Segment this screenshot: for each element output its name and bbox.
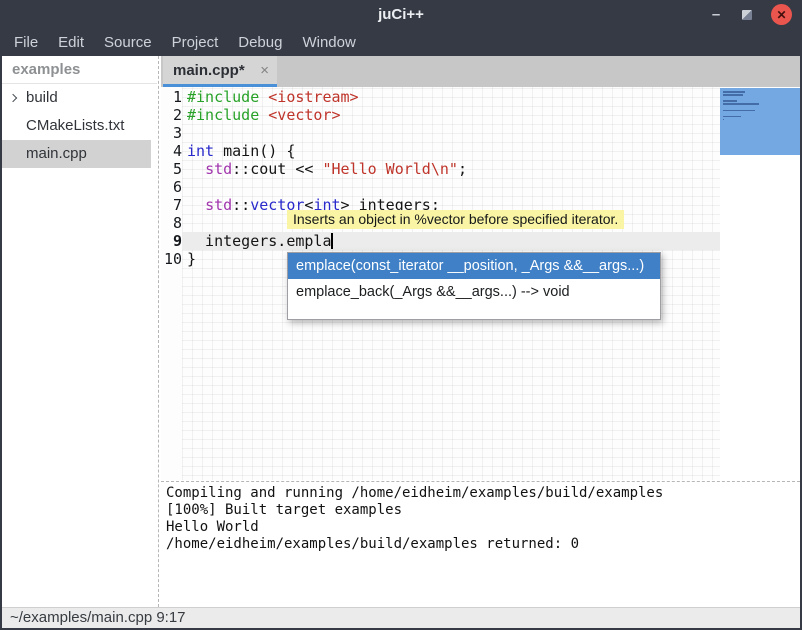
line-number: 9 bbox=[161, 232, 182, 250]
doc-tooltip: Inserts an object in %vector before spec… bbox=[287, 210, 624, 229]
code-token: integers.empla bbox=[187, 232, 332, 250]
line-number: 1 bbox=[161, 88, 182, 106]
code-token: #include bbox=[187, 88, 268, 106]
minimize-icon[interactable]: – bbox=[709, 10, 723, 20]
window-controls: – ✕ bbox=[709, 0, 792, 29]
minimap-line bbox=[723, 103, 759, 105]
tab-main-cpp[interactable]: main.cpp* × bbox=[163, 56, 277, 87]
tree-item-main-cpp[interactable]: main.cpp bbox=[2, 140, 151, 168]
code-token: ::cout << bbox=[232, 160, 322, 178]
horizontal-pane-divider[interactable] bbox=[161, 480, 800, 483]
tree-item-cmakelists-txt[interactable]: CMakeLists.txt bbox=[2, 112, 157, 140]
file-tree: buildCMakeLists.txtmain.cpp bbox=[2, 84, 157, 168]
chevron-right-icon[interactable] bbox=[9, 94, 17, 102]
menu-edit[interactable]: Edit bbox=[48, 29, 94, 56]
code-token: <iostream> bbox=[268, 88, 358, 106]
titlebar[interactable]: juCi++ – ✕ bbox=[0, 0, 802, 29]
code-line: } bbox=[187, 250, 196, 268]
code-token: int bbox=[187, 142, 214, 160]
output-line: /home/eidheim/examples/build/examples re… bbox=[166, 536, 795, 553]
completion-item[interactable]: emplace_back(_Args &&__args...) --> void bbox=[288, 279, 660, 305]
code-token: std bbox=[205, 160, 232, 178]
line-number: 8 bbox=[161, 214, 182, 232]
code-line: integers.empla bbox=[187, 232, 332, 250]
status-bar: ~/examples/main.cpp 9:17 bbox=[2, 607, 800, 628]
code-token bbox=[187, 160, 205, 178]
minimap-line bbox=[723, 116, 741, 118]
output-line: [100%] Built target examples bbox=[166, 502, 795, 519]
status-location: ~/examples/main.cpp 9:17 bbox=[10, 609, 186, 626]
output-line: Hello World bbox=[166, 519, 795, 536]
line-number: 10 bbox=[161, 250, 182, 268]
line-number: 7 bbox=[161, 196, 182, 214]
app-window: juCi++ – ✕ FileEditSourceProjectDebugWin… bbox=[0, 0, 802, 630]
tree-item-label: build bbox=[26, 84, 58, 112]
code-line: #include <iostream> bbox=[187, 88, 359, 106]
code-token: <vector> bbox=[268, 106, 340, 124]
code-token bbox=[187, 196, 205, 214]
code-token: :: bbox=[232, 196, 250, 214]
menubar: FileEditSourceProjectDebugWindow bbox=[0, 29, 802, 56]
menu-window[interactable]: Window bbox=[292, 29, 365, 56]
code-token: #include bbox=[187, 106, 268, 124]
completion-item[interactable]: emplace(const_iterator __position, _Args… bbox=[288, 253, 660, 279]
minimap-line bbox=[723, 91, 745, 93]
menu-debug[interactable]: Debug bbox=[228, 29, 292, 56]
menu-file[interactable]: File bbox=[4, 29, 48, 56]
project-name: examples bbox=[2, 56, 157, 84]
completion-popup: emplace(const_iterator __position, _Args… bbox=[287, 252, 661, 320]
tree-item-build[interactable]: build bbox=[2, 84, 157, 112]
code-token: } bbox=[187, 250, 196, 268]
output-line: Compiling and running /home/eidheim/exam… bbox=[166, 485, 795, 502]
minimap-line bbox=[723, 110, 755, 112]
minimap-slider[interactable] bbox=[720, 88, 800, 155]
code-token: main() { bbox=[214, 142, 295, 160]
minimap-line bbox=[723, 100, 737, 102]
tab-label: main.cpp* bbox=[173, 62, 260, 79]
code-line: #include <vector> bbox=[187, 106, 341, 124]
minimap-line bbox=[723, 94, 743, 96]
menu-project[interactable]: Project bbox=[162, 29, 229, 56]
line-number: 5 bbox=[161, 160, 182, 178]
line-number: 6 bbox=[161, 178, 182, 196]
tree-item-label: CMakeLists.txt bbox=[26, 112, 124, 140]
window-title: juCi++ bbox=[0, 0, 802, 29]
minimap-line bbox=[723, 119, 724, 121]
code-token: std bbox=[205, 196, 232, 214]
code-token: ; bbox=[458, 160, 467, 178]
code-editor[interactable]: 12345678910 #include <iostream>#include … bbox=[161, 87, 800, 480]
main-area: examples buildCMakeLists.txtmain.cpp mai… bbox=[2, 56, 800, 607]
line-number: 3 bbox=[161, 124, 182, 142]
menu-source[interactable]: Source bbox=[94, 29, 162, 56]
code-line: std::cout << "Hello World\n"; bbox=[187, 160, 467, 178]
line-number: 4 bbox=[161, 142, 182, 160]
text-caret bbox=[331, 233, 333, 249]
tab-bar: main.cpp* × bbox=[161, 56, 800, 87]
editor-column: main.cpp* × 12345678910 #include <iostre… bbox=[161, 56, 800, 607]
restore-icon[interactable] bbox=[742, 10, 752, 20]
code-token: "Hello World\n" bbox=[322, 160, 457, 178]
file-tree-panel: examples buildCMakeLists.txtmain.cpp bbox=[2, 56, 157, 607]
close-button[interactable]: ✕ bbox=[771, 4, 792, 25]
code-line: int main() { bbox=[187, 142, 295, 160]
minimap[interactable] bbox=[720, 87, 800, 480]
line-number: 2 bbox=[161, 106, 182, 124]
close-icon: ✕ bbox=[776, 9, 786, 21]
tree-item-label: main.cpp bbox=[26, 140, 87, 168]
build-output-panel[interactable]: Compiling and running /home/eidheim/exam… bbox=[161, 483, 800, 607]
tab-close-icon[interactable]: × bbox=[260, 63, 269, 78]
